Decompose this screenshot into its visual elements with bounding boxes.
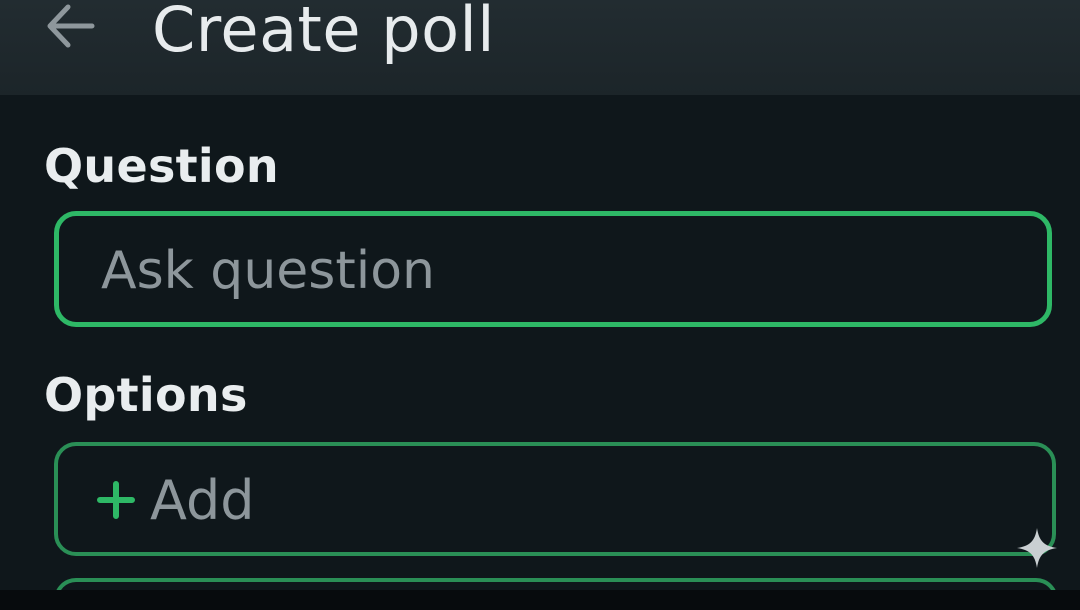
app-bar: Create poll [0,0,1080,95]
page-title: Create poll [152,0,495,66]
plus-icon [97,481,135,519]
sparkle-icon [1017,528,1057,568]
back-button[interactable] [40,0,100,52]
add-option-label: Add [150,469,255,532]
question-label: Question [44,139,279,193]
bottom-edge [0,590,1080,610]
options-label: Options [44,368,248,422]
add-option-button[interactable]: Add [54,442,1056,556]
question-placeholder: Ask question [101,241,435,301]
question-input[interactable]: Ask question [54,211,1052,327]
create-poll-screen: Create poll Question Ask question Option… [0,0,1080,610]
arrow-left-icon [47,4,95,48]
